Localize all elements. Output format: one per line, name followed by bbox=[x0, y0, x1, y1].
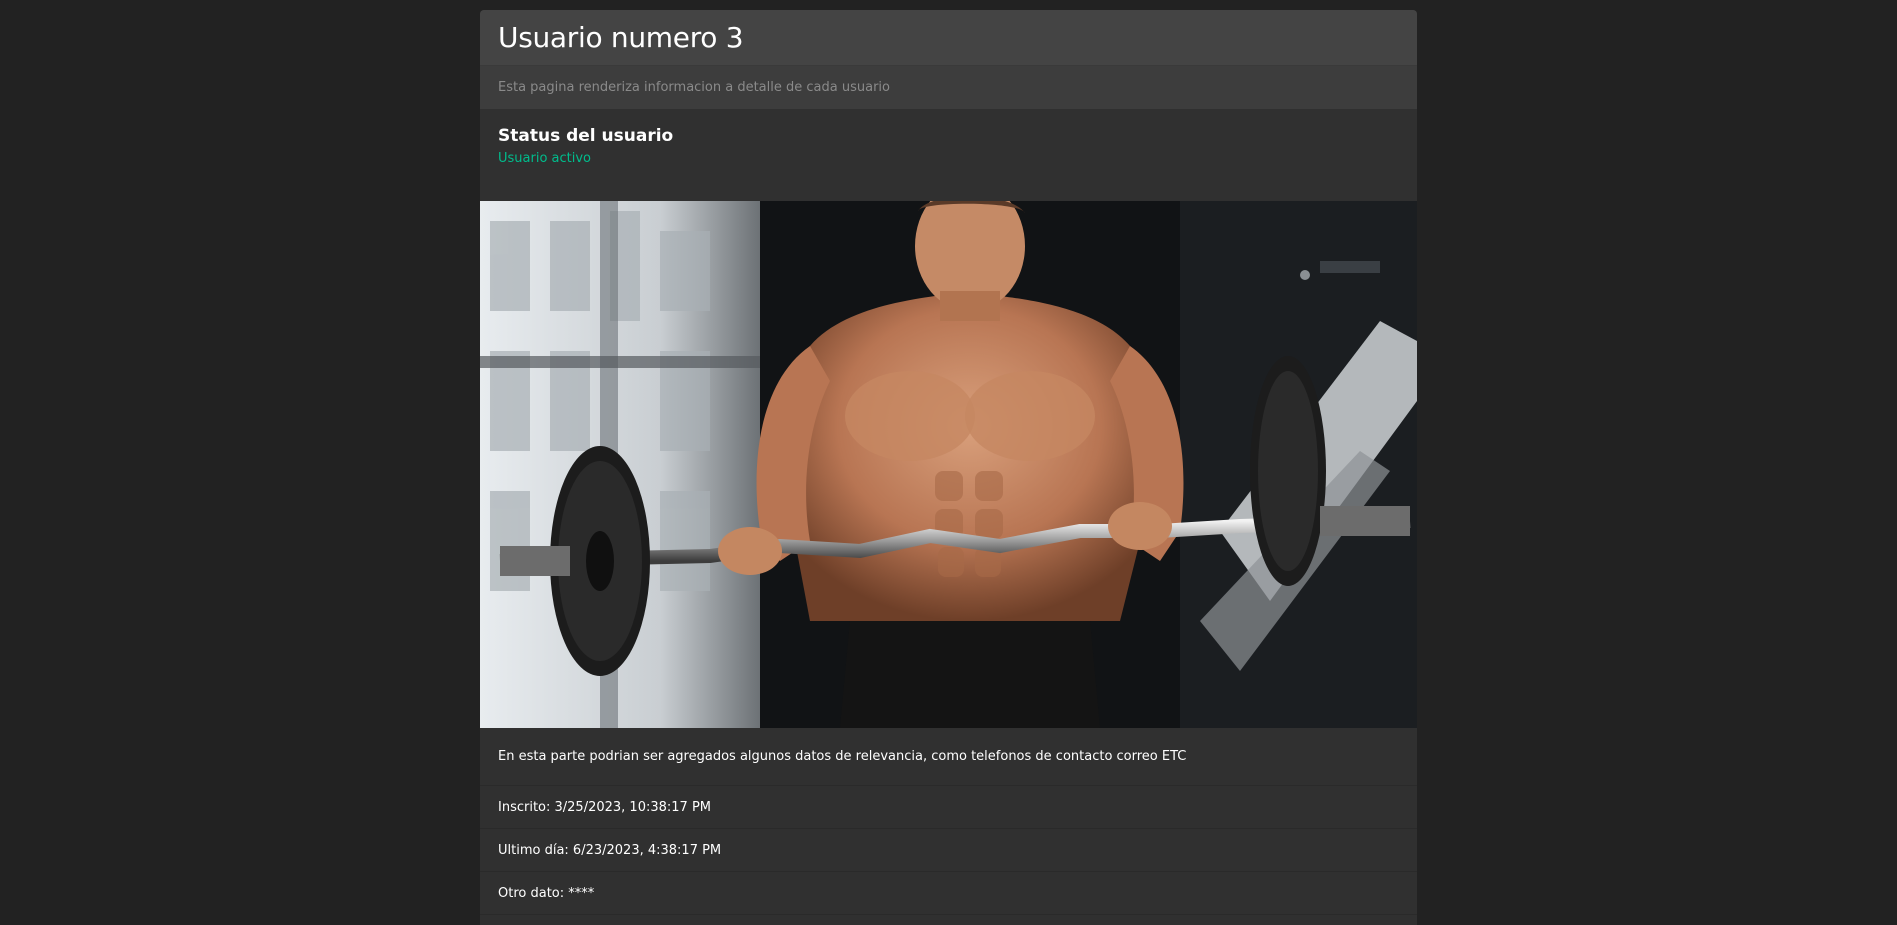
card-header: Usuario numero 3 bbox=[480, 10, 1417, 66]
status-section: Status del usuario Usuario activo bbox=[480, 109, 1417, 201]
user-card: Usuario numero 3 Esta pagina renderiza i… bbox=[480, 10, 1417, 925]
details-description: En esta parte podrian ser agregados algu… bbox=[480, 728, 1417, 786]
details-list: En esta parte podrian ser agregados algu… bbox=[480, 728, 1417, 915]
user-photo bbox=[480, 201, 1417, 728]
details-ultimo-dia: Ultimo día: 6/23/2023, 4:38:17 PM bbox=[480, 829, 1417, 872]
details-otro-dato: Otro dato: **** bbox=[480, 872, 1417, 915]
page-title: Usuario numero 3 bbox=[498, 21, 744, 54]
status-heading: Status del usuario bbox=[498, 126, 674, 146]
user-photo-illustration bbox=[480, 201, 1417, 728]
status-value: Usuario activo bbox=[498, 151, 592, 166]
page-subtitle: Esta pagina renderiza informacion a deta… bbox=[480, 66, 1417, 109]
details-inscrito: Inscrito: 3/25/2023, 10:38:17 PM bbox=[480, 786, 1417, 829]
